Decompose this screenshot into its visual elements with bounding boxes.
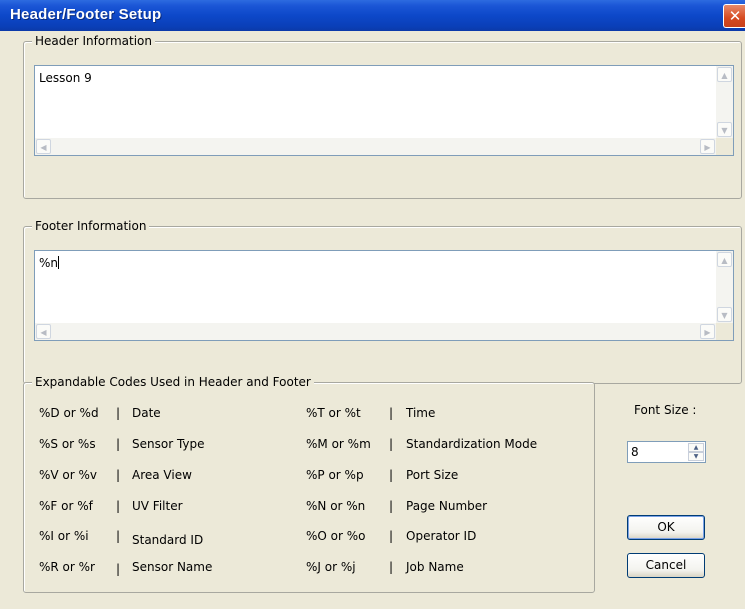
header-information-label: Header Information — [32, 34, 155, 48]
footer-information-label: Footer Information — [32, 219, 150, 233]
code-job-name: %J or %j — [306, 560, 356, 574]
code-uv-filter-label: UV Filter — [132, 499, 183, 513]
cancel-button[interactable]: Cancel — [627, 553, 705, 578]
scroll-left-icon[interactable]: ◀ — [36, 324, 51, 339]
expandable-codes-label: Expandable Codes Used in Header and Foot… — [32, 375, 314, 389]
code-separator: | — [116, 529, 121, 543]
code-date: %D or %d — [39, 406, 99, 420]
spin-up-icon[interactable]: ▲ — [688, 443, 704, 452]
header-information-group: Header Information Lesson 9 ▲ ▼ ◀ ▶ — [23, 34, 742, 199]
code-separator: | — [389, 406, 394, 420]
scroll-right-icon[interactable]: ▶ — [700, 139, 715, 154]
scroll-right-icon[interactable]: ▶ — [700, 324, 715, 339]
code-sensor-type: %S or %s — [39, 437, 96, 451]
code-standard-id: %I or %i — [39, 529, 89, 543]
scroll-corner — [716, 323, 733, 340]
code-separator: | — [116, 437, 121, 451]
code-area-view: %V or %v — [39, 468, 98, 482]
scroll-up-icon[interactable]: ▲ — [717, 252, 732, 267]
code-separator: | — [389, 560, 394, 574]
font-size-label: Font Size : — [634, 403, 697, 417]
code-standard-id-label: Standard ID — [132, 533, 204, 547]
scroll-down-icon[interactable]: ▼ — [717, 122, 732, 137]
expandable-codes-group: Expandable Codes Used in Header and Foot… — [23, 375, 595, 593]
spinner-buttons: ▲ ▼ — [688, 443, 704, 461]
code-separator: | — [116, 406, 121, 420]
footer-horizontal-scrollbar[interactable]: ◀ ▶ — [35, 323, 716, 340]
header-text-value: Lesson 9 — [39, 71, 92, 85]
dialog-body: Header Information Lesson 9 ▲ ▼ ◀ ▶ Foot… — [0, 31, 745, 609]
spin-down-icon[interactable]: ▼ — [688, 452, 704, 461]
header-text-field[interactable]: Lesson 9 ▲ ▼ ◀ ▶ — [34, 65, 734, 156]
code-standardization-mode-label: Standardization Mode — [406, 437, 538, 451]
font-size-spinner[interactable]: 8 ▲ ▼ — [627, 441, 706, 463]
code-operator-id-label: Operator ID — [406, 529, 477, 543]
code-separator: | — [116, 468, 121, 482]
footer-vertical-scrollbar[interactable]: ▲ ▼ — [716, 251, 733, 323]
close-icon[interactable]: ✕ — [723, 4, 745, 28]
ok-button[interactable]: OK — [627, 515, 705, 540]
text-caret — [58, 256, 60, 269]
code-separator: | — [116, 562, 121, 576]
code-port-size-label: Port Size — [406, 468, 459, 482]
code-date-label: Date — [132, 406, 161, 420]
code-area-view-label: Area View — [132, 468, 192, 482]
footer-text-value: %n — [39, 256, 60, 270]
scroll-left-icon[interactable]: ◀ — [36, 139, 51, 154]
header-vertical-scrollbar[interactable]: ▲ ▼ — [716, 66, 733, 138]
code-page-number-label: Page Number — [406, 499, 488, 513]
scroll-up-icon[interactable]: ▲ — [717, 67, 732, 82]
code-job-name-label: Job Name — [406, 560, 464, 574]
code-standardization-mode: %M or %m — [306, 437, 371, 451]
code-operator-id: %O or %o — [306, 529, 366, 543]
code-time-label: Time — [406, 406, 436, 420]
code-page-number: %N or %n — [306, 499, 366, 513]
code-sensor-name: %R or %r — [39, 560, 95, 574]
scroll-corner — [716, 138, 733, 155]
window-title: Header/Footer Setup — [10, 6, 162, 23]
code-sensor-type-label: Sensor Type — [132, 437, 205, 451]
footer-text-field[interactable]: %n ▲ ▼ ◀ ▶ — [34, 250, 734, 341]
code-separator: | — [389, 437, 394, 451]
code-uv-filter: %F or %f — [39, 499, 93, 513]
code-separator: | — [389, 499, 394, 513]
code-port-size: %P or %p — [306, 468, 364, 482]
title-bar[interactable]: Header/Footer Setup ✕ — [0, 0, 745, 31]
scroll-down-icon[interactable]: ▼ — [717, 307, 732, 322]
code-time: %T or %t — [306, 406, 361, 420]
code-sensor-name-label: Sensor Name — [132, 560, 213, 574]
header-horizontal-scrollbar[interactable]: ◀ ▶ — [35, 138, 716, 155]
code-separator: | — [389, 468, 394, 482]
font-size-value[interactable]: 8 — [631, 445, 639, 459]
code-separator: | — [116, 499, 121, 513]
footer-information-group: Footer Information %n ▲ ▼ ◀ ▶ — [23, 219, 742, 384]
code-separator: | — [389, 529, 394, 543]
